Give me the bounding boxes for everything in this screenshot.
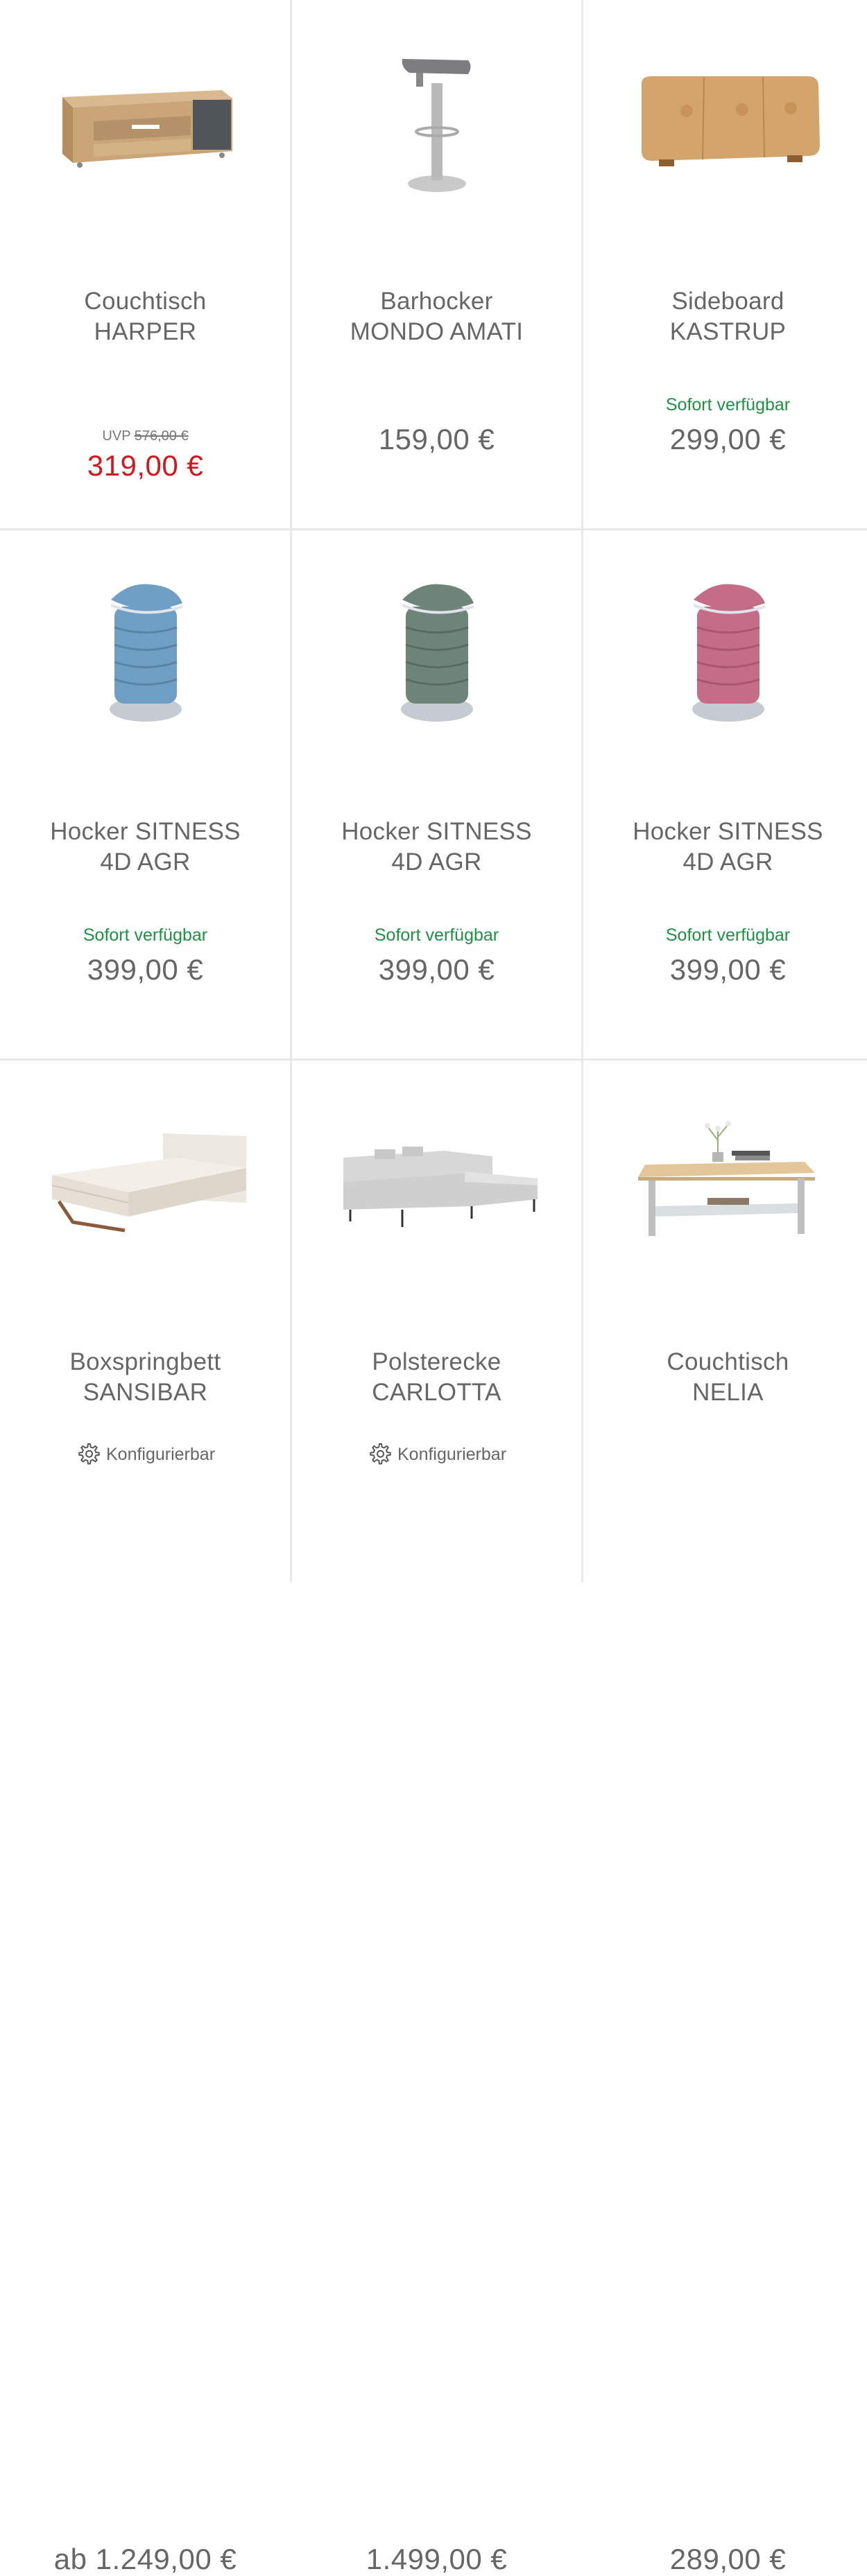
- product-name[interactable]: Polsterecke CARLOTTA: [298, 1347, 575, 1408]
- product-image[interactable]: [0, 1088, 291, 1276]
- product-name-line: 4D AGR: [683, 848, 773, 876]
- configurable-label: Konfigurierbar: [105, 1444, 216, 1464]
- product-price: 399,00 €: [669, 953, 787, 986]
- product-image[interactable]: [583, 558, 867, 745]
- product-card[interactable]: Couchtisch NELIA 289,00 €: [583, 1061, 867, 2575]
- configurable-label: Konfigurierbar: [397, 1444, 507, 1464]
- bed-icon: [51, 1133, 246, 1233]
- product-price: 1.499,00 €: [366, 2543, 508, 2575]
- availability-status: Sofort verfügbar: [374, 925, 499, 945]
- product-card[interactable]: Polsterecke CARLOTTA Konfigurierbar 1.49…: [291, 1061, 582, 2575]
- product-name-line: CARLOTTA: [372, 1379, 501, 1406]
- product-price: 399,00 €: [378, 953, 495, 986]
- product-name[interactable]: Couchtisch NELIA: [590, 1347, 866, 1408]
- configurable-badge: Konfigurierbar: [0, 1442, 291, 1467]
- product-name-line: Couchtisch: [84, 288, 207, 315]
- uvp-price: UVP 576,00 €: [0, 428, 291, 444]
- product-image[interactable]: [291, 1088, 582, 1276]
- gear-icon: [78, 1443, 100, 1465]
- product-name-line: NELIA: [692, 1379, 764, 1406]
- product-name-line: Barhocker: [380, 288, 493, 315]
- bar-stool-icon: [402, 59, 470, 192]
- product-image[interactable]: [291, 558, 582, 745]
- configurable-badge: Konfigurierbar: [291, 1442, 582, 1467]
- sale-price: 319,00 €: [87, 449, 204, 482]
- product-image[interactable]: [583, 28, 867, 215]
- coffee-table-icon: [637, 1121, 815, 1236]
- product-name[interactable]: Hocker SITNESS 4D AGR: [590, 817, 866, 878]
- product-name-line: Polsterecke: [372, 1348, 501, 1375]
- uvp-value: 576,00 €: [134, 428, 189, 444]
- grid-divider: [0, 528, 867, 530]
- availability-status: Sofort verfügbar: [665, 395, 791, 415]
- product-name-line: HARPER: [94, 318, 197, 345]
- product-name[interactable]: Hocker SITNESS 4D AGR: [7, 817, 284, 878]
- product-grid: Couchtisch HARPER UVP 576,00 € 319,00 € …: [0, 0, 867, 2575]
- product-name[interactable]: Boxspringbett SANSIBAR: [7, 1347, 284, 1408]
- product-name-line: Sideboard: [671, 288, 784, 315]
- product-image[interactable]: [0, 558, 291, 745]
- product-name-line: KASTRUP: [669, 318, 787, 345]
- product-price: 299,00 €: [669, 423, 787, 455]
- product-image[interactable]: [0, 28, 291, 215]
- product-name[interactable]: Barhocker MONDO AMATI: [298, 286, 575, 347]
- product-price: 399,00 €: [87, 953, 204, 986]
- product-name-line: MONDO AMATI: [350, 318, 524, 345]
- product-name[interactable]: Couchtisch HARPER: [7, 286, 284, 347]
- product-card[interactable]: Hocker SITNESS 4D AGR Sofort verfügbar 3…: [291, 530, 582, 1060]
- product-name-line: 4D AGR: [100, 848, 191, 876]
- grid-divider: [290, 0, 292, 1582]
- product-name-line: Hocker SITNESS: [341, 818, 532, 845]
- product-name[interactable]: Sideboard KASTRUP: [590, 286, 866, 347]
- product-name-line: Hocker SITNESS: [633, 818, 823, 845]
- availability-status: Sofort verfügbar: [665, 925, 791, 945]
- uvp-label: UVP: [102, 428, 131, 444]
- product-card[interactable]: Sideboard KASTRUP Sofort verfügbar 299,0…: [583, 0, 867, 530]
- stool-pink-icon: [692, 584, 766, 722]
- product-card[interactable]: Hocker SITNESS 4D AGR Sofort verfügbar 3…: [0, 530, 291, 1060]
- product-card[interactable]: Barhocker MONDO AMATI 159,00 €: [291, 0, 582, 530]
- gear-icon: [370, 1443, 391, 1465]
- product-price: 159,00 €: [378, 423, 495, 455]
- product-name-line: 4D AGR: [391, 848, 482, 876]
- product-name-line: Couchtisch: [667, 1348, 789, 1375]
- product-image[interactable]: [583, 1088, 867, 1276]
- stool-green-icon: [400, 584, 474, 722]
- product-name-line: SANSIBAR: [83, 1379, 208, 1406]
- product-card[interactable]: Hocker SITNESS 4D AGR Sofort verfügbar 3…: [583, 530, 867, 1060]
- product-image[interactable]: [291, 28, 582, 215]
- sideboard-icon: [641, 76, 820, 166]
- product-price: 289,00 €: [669, 2543, 787, 2575]
- product-card[interactable]: Boxspringbett SANSIBAR Konfigurierbar ab…: [0, 1061, 291, 2575]
- product-name-line: Hocker SITNESS: [50, 818, 241, 845]
- coffee-table-tv-unit-icon: [62, 90, 232, 168]
- availability-status: Sofort verfügbar: [83, 925, 208, 945]
- product-price: ab 1.249,00 €: [53, 2543, 237, 2575]
- product-name-line: Boxspringbett: [69, 1348, 221, 1375]
- stool-blue-icon: [109, 584, 183, 722]
- grid-divider: [0, 1059, 867, 1061]
- product-card[interactable]: Couchtisch HARPER UVP 576,00 € 319,00 €: [0, 0, 291, 530]
- grid-divider: [581, 0, 583, 1582]
- corner-sofa-icon: [343, 1147, 538, 1227]
- product-name[interactable]: Hocker SITNESS 4D AGR: [298, 817, 575, 878]
